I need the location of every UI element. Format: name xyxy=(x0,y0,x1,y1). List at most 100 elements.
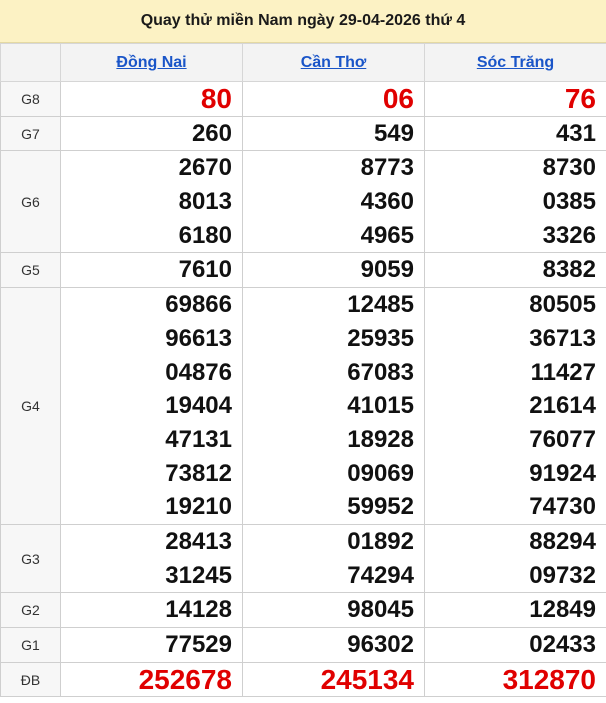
prize-cell: 12485 25935 67083 41015 18928 09069 59952 xyxy=(242,287,425,525)
province-header-row: Đồng Nai Cần Thơ Sóc Trăng xyxy=(0,43,606,82)
prize-number: 73812 xyxy=(165,459,232,487)
results-panel: Quay thử miền Nam ngày 29-04-2026 thứ 4 … xyxy=(0,0,606,698)
prize-number: 11427 xyxy=(530,358,596,386)
prize-row-g1: G1 77529 96302 02433 xyxy=(0,627,606,663)
province-header: Cần Thơ xyxy=(242,43,425,82)
prize-number: 2670 xyxy=(178,154,232,182)
prize-row-g7: G7 260 549 431 xyxy=(0,115,606,152)
prize-number: 549 xyxy=(373,119,414,147)
prize-number: 0385 xyxy=(542,188,596,216)
page-title: Quay thử miền Nam ngày 29-04-2026 thứ 4 xyxy=(0,0,606,43)
prize-row-g8: G8 80 06 76 xyxy=(0,81,606,117)
prize-cell: 02433 xyxy=(424,627,606,663)
prize-number: 09069 xyxy=(347,459,414,487)
prize-cell: 8773 4360 4965 xyxy=(242,150,425,254)
prize-number: 4965 xyxy=(360,221,414,249)
prize-label: G8 xyxy=(0,81,61,117)
prize-number: 312870 xyxy=(502,663,596,695)
prize-cell: 312870 xyxy=(424,661,606,698)
prize-number: 8730 xyxy=(542,154,596,182)
prize-cell: 12849 xyxy=(424,592,606,628)
prize-cell: 8382 xyxy=(424,252,606,289)
prize-cell: 76 xyxy=(424,81,606,117)
prize-number: 59952 xyxy=(347,493,414,521)
prize-cell: 01892 74294 xyxy=(242,523,425,594)
prize-number: 3326 xyxy=(542,221,596,249)
prize-row-db: ĐB 252678 245134 312870 xyxy=(0,661,606,698)
prize-number: 76077 xyxy=(529,425,596,453)
prize-label: G3 xyxy=(0,523,61,594)
prize-cell: 80505 36713 11427 21614 76077 91924 74730 xyxy=(424,287,606,525)
prize-number: 02433 xyxy=(529,631,596,658)
prize-cell: 98045 xyxy=(242,592,425,628)
province-link-dong-nai[interactable]: Đồng Nai xyxy=(116,54,186,71)
prize-number: 25935 xyxy=(347,324,414,352)
prize-cell: 06 xyxy=(242,81,425,117)
province-header: Sóc Trăng xyxy=(424,43,606,82)
prize-number: 19404 xyxy=(165,392,232,420)
prize-cell: 77529 xyxy=(60,627,243,663)
prize-cell: 7610 xyxy=(60,252,243,289)
prize-number: 41015 xyxy=(347,392,414,420)
prize-number: 8013 xyxy=(178,188,232,216)
prize-number: 245134 xyxy=(320,663,414,695)
prize-rows: G8 80 06 76 G7 260 549 431 G6 2670 8013 6180 8773 436… xyxy=(0,81,606,698)
prize-number: 91924 xyxy=(529,459,596,487)
prize-number: 01892 xyxy=(347,527,414,555)
province-header: Đồng Nai xyxy=(60,43,243,82)
prize-number: 9059 xyxy=(360,256,414,284)
prize-number: 06 xyxy=(382,83,414,114)
prize-number: 69866 xyxy=(165,291,232,319)
prize-number: 04876 xyxy=(165,358,232,386)
prize-number: 96302 xyxy=(347,631,414,658)
prize-number: 47131 xyxy=(165,425,232,453)
prize-number: 6180 xyxy=(178,221,232,249)
prize-number: 260 xyxy=(191,119,232,147)
province-link-can-tho[interactable]: Cần Thơ xyxy=(301,54,367,71)
prize-cell: 245134 xyxy=(242,661,425,698)
prize-number: 77529 xyxy=(165,631,232,658)
prize-label: G7 xyxy=(0,115,61,152)
prize-cell: 14128 xyxy=(60,592,243,628)
prize-cell: 9059 xyxy=(242,252,425,289)
prize-label: G2 xyxy=(0,592,61,628)
prize-cell: 260 xyxy=(60,115,243,152)
prize-cell: 431 xyxy=(424,115,606,152)
prize-row-g4: G4 69866 96613 04876 19404 47131 73812 19210 124… xyxy=(0,287,606,525)
prize-number: 21614 xyxy=(529,392,596,420)
prize-row-g3: G3 28413 31245 01892 74294 88294 09732 xyxy=(0,523,606,594)
prize-number: 19210 xyxy=(165,493,232,521)
prize-label: G1 xyxy=(0,627,61,663)
prize-cell: 252678 xyxy=(60,661,243,698)
prize-number: 28413 xyxy=(165,527,232,555)
prize-number: 67083 xyxy=(347,358,414,386)
prize-number: 74294 xyxy=(347,561,414,589)
prize-number: 12849 xyxy=(529,596,596,624)
prize-cell: 28413 31245 xyxy=(60,523,243,594)
prize-label: G6 xyxy=(0,150,61,254)
prize-number: 74730 xyxy=(529,493,596,521)
prize-row-g5: G5 7610 9059 8382 xyxy=(0,252,606,289)
prize-cell: 88294 09732 xyxy=(424,523,606,594)
prize-number: 7610 xyxy=(178,256,232,284)
prize-number: 36713 xyxy=(529,324,596,352)
prize-number: 96613 xyxy=(165,324,232,352)
prize-cell: 96302 xyxy=(242,627,425,663)
prize-cell: 80 xyxy=(60,81,243,117)
prize-row-g6: G6 2670 8013 6180 8773 4360 4965 8730 0385 3326 xyxy=(0,150,606,254)
prize-label-header xyxy=(0,43,61,82)
prize-number: 14128 xyxy=(165,596,232,624)
prize-number: 98045 xyxy=(347,596,414,624)
province-link-soc-trang[interactable]: Sóc Trăng xyxy=(477,54,554,71)
prize-cell: 8730 0385 3326 xyxy=(424,150,606,254)
prize-cell: 69866 96613 04876 19404 47131 73812 19210 xyxy=(60,287,243,525)
prize-number: 88294 xyxy=(529,527,596,555)
prize-label: G4 xyxy=(0,287,61,525)
prize-number: 31245 xyxy=(165,561,232,589)
prize-row-g2: G2 14128 98045 12849 xyxy=(0,592,606,628)
prize-number: 18928 xyxy=(347,425,414,453)
prize-number: 8382 xyxy=(542,256,596,284)
prize-number: 80 xyxy=(200,83,232,114)
prize-number: 80505 xyxy=(529,291,596,319)
results-table: Đồng Nai Cần Thơ Sóc Trăng G8 80 06 76 G7 260… xyxy=(0,43,606,698)
